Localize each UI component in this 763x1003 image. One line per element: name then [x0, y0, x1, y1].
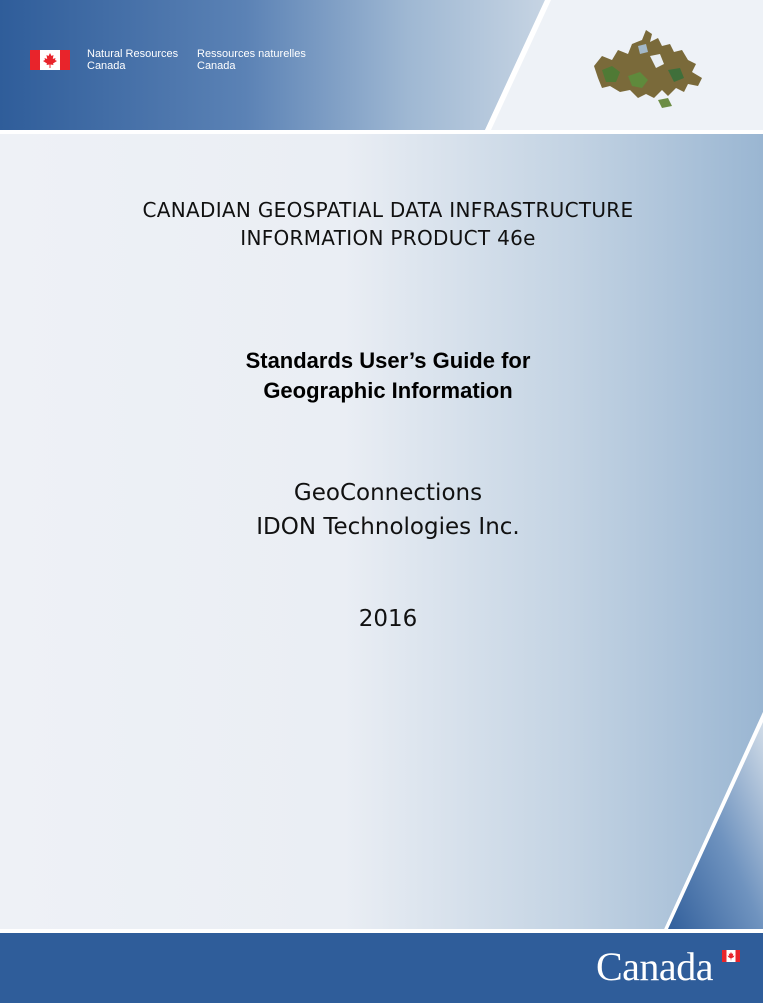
cover-page: Natural Resources Canada Ressources natu… — [0, 0, 763, 1003]
wordmark-flag-icon — [722, 950, 740, 962]
lower-right-wedge — [664, 712, 763, 929]
canada-wordmark: Canada — [596, 944, 713, 989]
